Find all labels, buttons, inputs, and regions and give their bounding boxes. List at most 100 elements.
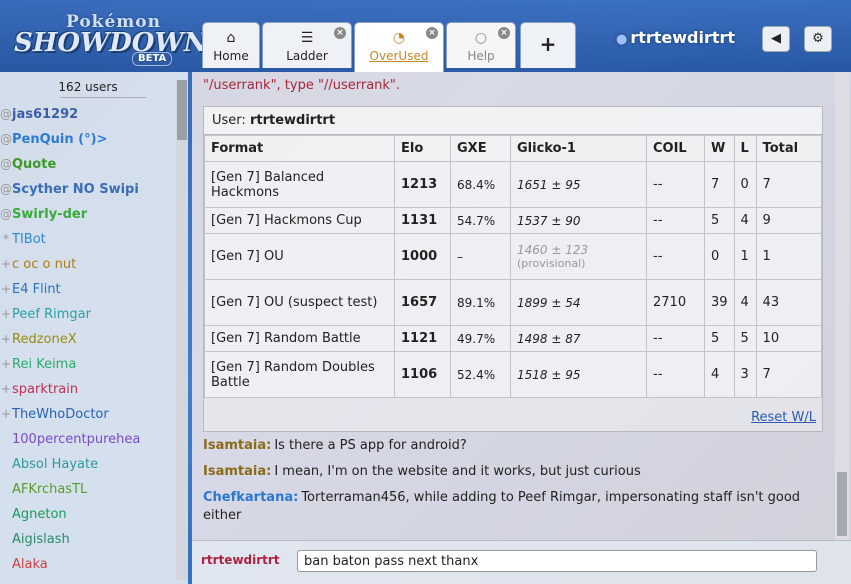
showdown-logo[interactable]: Pokémon SHOWDOWN BETA: [8, 12, 207, 66]
message-author[interactable]: Isamtaia:: [203, 464, 271, 479]
user-list-item[interactable]: * TIBot: [0, 227, 176, 252]
close-icon[interactable]: ×: [334, 27, 346, 39]
speaker-icon: ◀: [771, 31, 781, 46]
cell-l: 3: [733, 351, 757, 398]
user-list-item[interactable]: AFKrchasTL: [0, 477, 176, 502]
user-name: c oc o nut: [12, 257, 77, 272]
column-header: Total: [755, 135, 823, 162]
userlist-scrollbar[interactable]: [176, 80, 188, 580]
user-list-item[interactable]: @Quote: [0, 152, 176, 177]
chat-message: Chefkartana: Torterraman456, while adding…: [203, 489, 803, 525]
user-name: PenQuin (°)>: [12, 132, 108, 147]
user-name: Rei Keima: [12, 357, 77, 372]
home-icon: ⌂: [226, 30, 236, 46]
user-rank-symbol: +: [0, 257, 12, 271]
tab-home[interactable]: ⌂ Home: [202, 22, 260, 68]
cell-total: 1: [755, 233, 823, 280]
user-list-item[interactable]: +sparktrain: [0, 377, 176, 402]
new-tab-button[interactable]: +: [520, 22, 576, 68]
cell-coil: --: [646, 161, 705, 208]
chat-input[interactable]: [297, 550, 817, 572]
cell-elo: 1213: [394, 161, 451, 208]
cell-w: 39: [704, 279, 735, 326]
user-name: E4 Flint: [12, 282, 61, 297]
user-rank-symbol: @: [0, 132, 12, 146]
user-rank-symbol: @: [0, 157, 12, 171]
tab-label: Home: [213, 49, 249, 63]
cell-l: 0: [733, 161, 757, 208]
user-name: jas61292: [12, 107, 79, 122]
sound-button[interactable]: ◀: [762, 26, 790, 52]
user-list-item[interactable]: +E4 Flint: [0, 277, 176, 302]
user-name: Agneton: [12, 507, 67, 522]
tab-ladder[interactable]: ☰ Ladder ×: [262, 22, 352, 68]
cell-coil: --: [646, 351, 705, 398]
user-name: Absol Hayate: [12, 457, 99, 472]
user-list-item[interactable]: +RedzoneX: [0, 327, 176, 352]
close-icon[interactable]: ×: [498, 27, 510, 39]
cell-gxe: 89.1%: [450, 279, 511, 326]
user-list-item[interactable]: @Swirly-der: [0, 202, 176, 227]
user-list-item[interactable]: +TheWhoDoctor: [0, 402, 176, 427]
cell-gxe: 52.4%: [450, 351, 511, 398]
cell-total: 9: [755, 207, 823, 234]
user-list-item[interactable]: +c oc o nut: [0, 252, 176, 277]
gear-icon: ⚙: [812, 31, 824, 46]
user-list-item[interactable]: @jas61292: [0, 102, 176, 127]
user-rank-symbol: +: [0, 282, 12, 296]
user-list-item[interactable]: 100percentpurehea: [0, 427, 176, 452]
header-bar: Pokémon SHOWDOWN BETA ⌂ Home ☰ Ladder × …: [0, 0, 851, 72]
user-list-item[interactable]: Aigislash: [0, 527, 176, 552]
reset-wl-link[interactable]: Reset W/L: [751, 410, 816, 425]
input-username[interactable]: rtrtewdirtrt: [201, 553, 280, 567]
tab-label: Ladder: [286, 49, 328, 63]
user-name: 100percentpurehea: [12, 432, 141, 447]
close-icon[interactable]: ×: [426, 27, 438, 39]
cell-l: 1: [733, 233, 757, 280]
cell-l: 4: [733, 279, 757, 326]
message-author[interactable]: Isamtaia:: [203, 438, 271, 453]
scrollbar-thumb[interactable]: [177, 80, 187, 140]
cell-coil: 2710: [646, 279, 705, 326]
rank-user-name: rtrtewdirtrt: [249, 113, 336, 128]
user-name: Quote: [12, 157, 57, 172]
cell-coil: --: [646, 207, 705, 234]
user-name: Swirly-der: [12, 207, 88, 222]
message-author[interactable]: Chefkartana:: [203, 490, 298, 505]
cell-w: 0: [704, 233, 735, 280]
options-button[interactable]: ⚙: [804, 26, 832, 52]
user-list-item[interactable]: +Peef Rimgar: [0, 302, 176, 327]
cell-elo: 1131: [394, 207, 451, 234]
column-header: Glicko-1: [510, 135, 647, 162]
tab-overused[interactable]: ◔ OverUsed ×: [354, 22, 444, 72]
chat-scrollbar[interactable]: [835, 72, 849, 540]
cell-coil: --: [646, 325, 705, 352]
cell-glicko: 1899 ± 54: [510, 279, 647, 326]
user-list-item[interactable]: Absol Hayate: [0, 452, 176, 477]
column-header: Elo: [394, 135, 451, 162]
cell-format: [Gen 7] OU: [204, 233, 395, 280]
user-rank-symbol: +: [0, 332, 12, 346]
user-list-item[interactable]: Agneton: [0, 502, 176, 527]
table-row: [Gen 7] Balanced Hackmons 1213 68.4% 1651 ±…: [204, 161, 823, 208]
scrollbar-thumb[interactable]: [837, 472, 847, 536]
cell-format: [Gen 7] OU (suspect test): [204, 279, 395, 326]
cell-w: 4: [704, 351, 735, 398]
user-list-item[interactable]: Alaka: [0, 552, 176, 577]
beta-badge: BETA: [132, 52, 173, 66]
provisional-note: (provisional): [517, 257, 586, 270]
user-list-item[interactable]: +Rei Keima: [0, 352, 176, 377]
user-name: Peef Rimgar: [12, 307, 91, 322]
cell-gxe: –: [450, 233, 511, 280]
user-count[interactable]: 162 users: [0, 80, 176, 98]
user-list-item[interactable]: @PenQuin (°)>: [0, 127, 176, 152]
cell-total: 10: [755, 325, 823, 352]
tab-help[interactable]: ○ Help ×: [446, 22, 516, 68]
cell-glicko: 1498 ± 87: [510, 325, 647, 352]
message-text: I mean, I'm on the website and it works,…: [274, 464, 641, 479]
user-list-item[interactable]: @Scyther NO Swipi: [0, 177, 176, 202]
table-row: [Gen 7] Random Doubles Battle 1106 52.4% 15…: [204, 351, 823, 398]
glicko-value: 1537 ± 90: [517, 213, 581, 228]
current-user[interactable]: ● rtrtewdirtrt: [616, 28, 735, 47]
table-row: [Gen 7] OU 1000–1460 ± 123 (provisional) --…: [204, 233, 823, 280]
